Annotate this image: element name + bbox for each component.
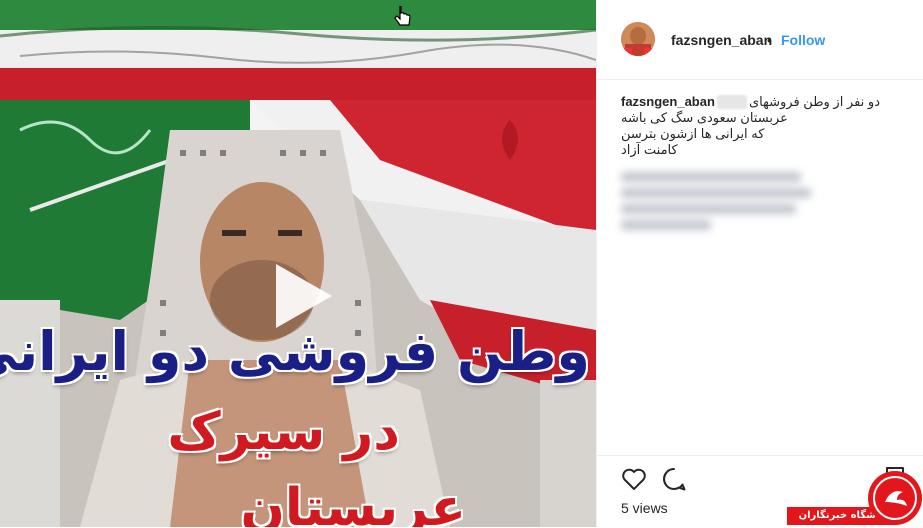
watermark-logo-icon xyxy=(868,471,922,525)
overlay-footline: عربستان xyxy=(240,478,466,527)
caption-username[interactable]: fazsngen_aban xyxy=(621,94,715,110)
post-header: fazsngen_aban • Follow xyxy=(597,0,923,80)
cursor-icon xyxy=(394,6,411,26)
blurred-comment xyxy=(621,166,821,238)
caption-redaction xyxy=(717,95,747,109)
views-count: 5 views xyxy=(621,500,668,516)
post-side-panel: fazsngen_aban • Follow fazsngen_aban دو … xyxy=(596,0,923,527)
overlay-subline: در سیرک xyxy=(167,402,400,462)
follow-button[interactable]: Follow xyxy=(781,32,825,48)
post-media[interactable]: وطن فروشی دو ایرانی در سیرک عربستان xyxy=(0,0,596,527)
comment-icon[interactable] xyxy=(661,466,687,492)
caption-line-4: کامنت آزاد xyxy=(621,142,678,157)
overlay-headline: وطن فروشی دو ایرانی xyxy=(0,320,590,383)
caption-line-1: دو نفر از وطن فروشهای xyxy=(749,94,880,109)
news-watermark: باشگاه خبرنگاران xyxy=(787,464,923,527)
play-icon[interactable] xyxy=(268,264,332,328)
caption-line-2: عربستان سعودی سگ کی باشه xyxy=(621,110,788,125)
header-username[interactable]: fazsngen_aban xyxy=(671,32,772,48)
avatar[interactable] xyxy=(621,22,655,56)
header-separator: • xyxy=(767,32,772,48)
caption-line-3: که ایرانی ها ازشون بترسن xyxy=(621,126,765,141)
heart-icon[interactable] xyxy=(621,466,647,492)
